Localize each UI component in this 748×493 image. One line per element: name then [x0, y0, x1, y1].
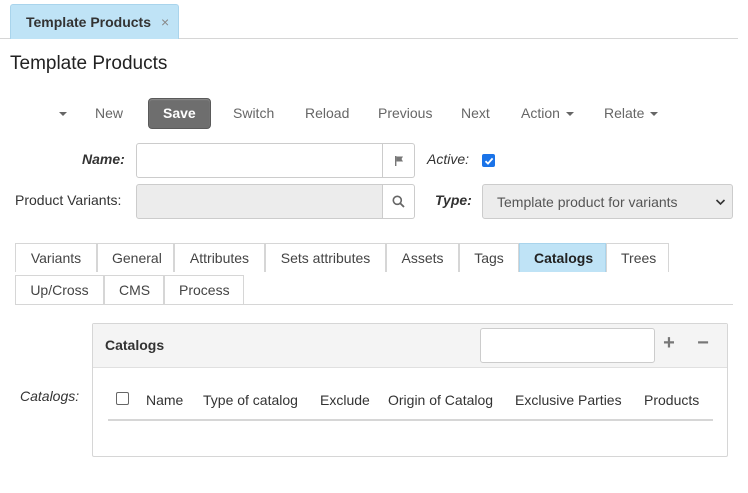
flag-icon: [394, 155, 403, 166]
catalogs-label: Catalogs:: [20, 388, 80, 404]
tab-trees[interactable]: Trees: [606, 243, 669, 272]
active-label: Active:: [427, 151, 470, 167]
previous-button[interactable]: Previous: [378, 98, 432, 129]
column-header-name[interactable]: Name: [146, 392, 183, 408]
page-title: Template Products: [10, 53, 168, 74]
tab-variants[interactable]: Variants: [15, 243, 97, 272]
select-all-checkbox[interactable]: [116, 392, 129, 405]
close-icon[interactable]: ×: [161, 14, 169, 30]
type-select[interactable]: Template product for variants: [482, 184, 733, 219]
column-header-products[interactable]: Products: [644, 392, 699, 408]
tab-tags[interactable]: Tags: [459, 243, 519, 272]
catalogs-panel-title: Catalogs: [105, 337, 165, 353]
product-variants-label: Product Variants:: [15, 192, 122, 208]
switch-button[interactable]: Switch: [233, 98, 274, 129]
document-tab-template-products[interactable]: Template Products ×: [10, 4, 179, 39]
caret-down-icon: [565, 112, 574, 117]
tab-assets[interactable]: Assets: [386, 243, 459, 272]
relate-label: Relate: [604, 105, 645, 121]
column-header-exclude[interactable]: Exclude: [320, 392, 370, 408]
tab-sets-attributes[interactable]: Sets attributes: [265, 243, 386, 272]
tab-up-cross[interactable]: Up/Cross: [15, 275, 104, 304]
table-header-divider: [108, 419, 713, 421]
tabs-divider: [15, 304, 733, 305]
column-header-exclusive-parties[interactable]: Exclusive Parties: [515, 392, 622, 408]
tab-catalogs[interactable]: Catalogs: [519, 243, 606, 272]
catalogs-panel: Catalogs + − Name Type of catalog Exclud…: [92, 323, 728, 457]
action-label: Action: [521, 105, 560, 121]
catalogs-search-input[interactable]: [480, 328, 655, 363]
caret-down-icon: [650, 112, 659, 117]
type-select-value: Template product for variants: [497, 193, 678, 210]
document-tab-label: Template Products: [26, 14, 151, 30]
tab-cms[interactable]: CMS: [104, 275, 164, 304]
toolbar-menu-dropdown[interactable]: [53, 98, 67, 129]
name-label: Name:: [82, 151, 125, 167]
search-icon: [392, 195, 405, 208]
tab-general[interactable]: General: [97, 243, 174, 272]
document-tab-bar: Template Products ×: [0, 0, 738, 39]
name-input[interactable]: [136, 143, 383, 178]
type-label: Type:: [435, 192, 472, 208]
column-header-origin-of-catalog[interactable]: Origin of Catalog: [388, 392, 493, 408]
translate-flag-button[interactable]: [383, 143, 415, 178]
action-dropdown[interactable]: Action: [521, 98, 574, 129]
catalogs-panel-header: Catalogs + −: [93, 324, 727, 368]
toolbar: New Save Switch Reload Previous Next Act…: [0, 98, 700, 130]
search-button[interactable]: [383, 184, 415, 219]
column-header-type-of-catalog[interactable]: Type of catalog: [203, 392, 298, 408]
add-icon[interactable]: +: [659, 332, 679, 355]
chevron-down-icon: [715, 199, 726, 206]
product-variants-input[interactable]: [136, 184, 383, 219]
remove-icon[interactable]: −: [693, 332, 713, 355]
caret-down-icon: [59, 112, 67, 117]
relate-dropdown[interactable]: Relate: [604, 98, 659, 129]
check-icon: [484, 157, 493, 165]
next-button[interactable]: Next: [461, 98, 490, 129]
active-checkbox[interactable]: [482, 154, 495, 167]
reload-button[interactable]: Reload: [305, 98, 349, 129]
tab-process[interactable]: Process: [164, 275, 244, 304]
tab-attributes[interactable]: Attributes: [174, 243, 265, 272]
new-button[interactable]: New: [95, 98, 123, 129]
save-button[interactable]: Save: [148, 98, 211, 129]
